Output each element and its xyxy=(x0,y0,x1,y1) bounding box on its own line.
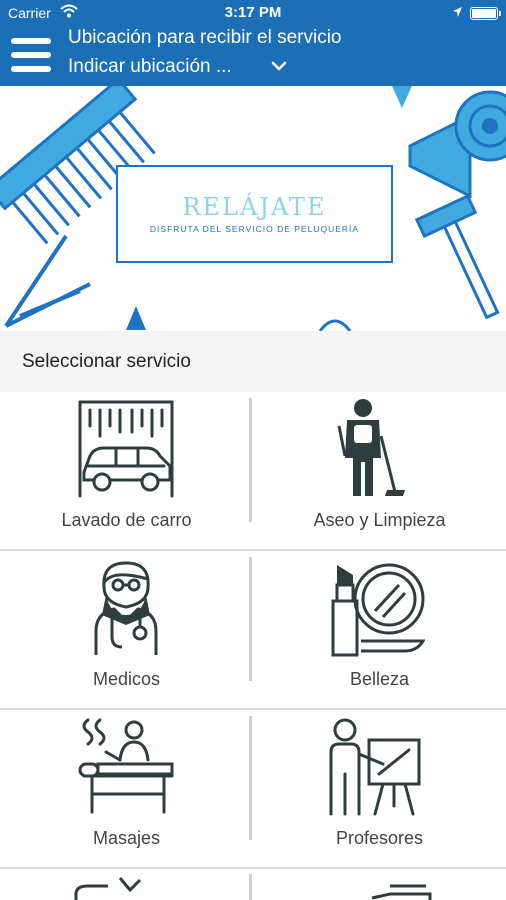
service-row-partial xyxy=(0,856,506,900)
chevron-down-icon xyxy=(270,59,288,78)
service-row: Lavado de carro Aseo y Limpieza xyxy=(0,392,506,551)
beauty-icon xyxy=(331,563,425,657)
service-grid: Lavado de carro Aseo y Limpieza Medicos … xyxy=(0,392,506,869)
service-label: Belleza xyxy=(349,669,410,689)
doctor-icon xyxy=(94,561,158,655)
massage-icon xyxy=(78,718,174,814)
service-cleaning[interactable]: Aseo y Limpieza xyxy=(253,392,506,549)
service-label: Aseo y Limpieza xyxy=(313,510,446,530)
teacher-icon xyxy=(329,718,421,816)
column-divider xyxy=(249,398,252,522)
top-bar: Carrier 3:17 PM Ubicación para recibir e… xyxy=(0,0,506,86)
column-divider xyxy=(249,557,252,681)
menu-bar-icon xyxy=(11,66,51,72)
battery-icon xyxy=(470,7,501,20)
brand-name: RELÁJATE xyxy=(182,193,327,221)
service-massage[interactable]: Masajes xyxy=(0,710,253,867)
column-divider xyxy=(249,716,252,840)
service-car-wash[interactable]: Lavado de carro xyxy=(0,392,253,549)
service-label: Medicos xyxy=(92,669,161,689)
service-row: Masajes Profesores xyxy=(0,710,506,869)
status-bar: Carrier 3:17 PM xyxy=(0,0,506,26)
section-header: Seleccionar servicio xyxy=(0,331,506,392)
service-row: Medicos Belleza xyxy=(0,551,506,710)
service-label: Profesores xyxy=(335,828,424,848)
brand-box: RELÁJATE DISFRUTA DEL SERVICIO DE PELUQU… xyxy=(116,165,393,263)
location-selector[interactable]: Indicar ubicación ... xyxy=(68,56,298,82)
section-title: Seleccionar servicio xyxy=(22,351,191,372)
location-arrow-icon xyxy=(452,5,463,21)
brand-tagline: DISFRUTA DEL SERVICIO DE PELUQUERÍA xyxy=(149,224,360,234)
hamburger-menu-button[interactable] xyxy=(11,36,51,74)
location-value: Indicar ubicación ... xyxy=(68,56,232,77)
nav-title: Ubicación para recibir el servicio xyxy=(68,27,342,48)
partial-service-icon xyxy=(74,877,142,900)
clock: 3:17 PM xyxy=(224,4,282,21)
menu-bar-icon xyxy=(11,52,51,58)
service-doctors[interactable]: Medicos xyxy=(0,551,253,708)
service-teachers[interactable]: Profesores xyxy=(253,710,506,867)
cleaning-icon xyxy=(337,399,405,496)
service-label: Masajes xyxy=(92,828,161,848)
car-wash-icon xyxy=(78,400,174,498)
partial-service-icon xyxy=(371,884,432,900)
menu-bar-icon xyxy=(11,38,51,44)
service-label: Lavado de carro xyxy=(61,510,192,530)
service-beauty[interactable]: Belleza xyxy=(253,551,506,708)
column-divider xyxy=(249,874,252,900)
promo-banner[interactable]: RELÁJATE DISFRUTA DEL SERVICIO DE PELUQU… xyxy=(0,86,506,331)
